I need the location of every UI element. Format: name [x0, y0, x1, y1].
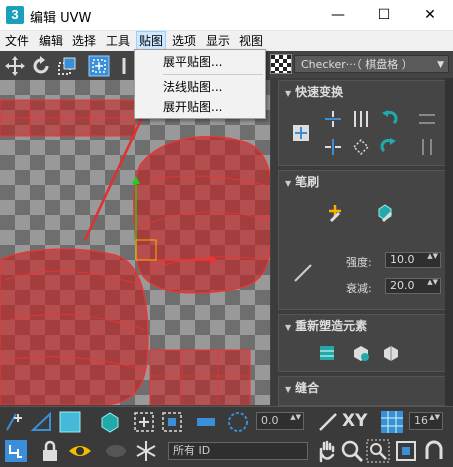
section-header[interactable]: ▼ 重新塑造元素: [279, 315, 445, 337]
menu-bar: 文件 编辑 选择 工具 贴图 选项 显示 视图: [0, 31, 453, 51]
section-title: 快速变换: [295, 85, 344, 99]
grid-size-field[interactable]: 16 ▲▼: [409, 412, 443, 430]
grid-size-value: 16: [414, 414, 428, 427]
rotate-icon[interactable]: [30, 55, 52, 77]
rotate-angle-field[interactable]: 0.0 ▲▼: [256, 412, 304, 430]
menu-separator: [163, 74, 263, 75]
section-header[interactable]: ▼ 笔刷: [279, 171, 445, 193]
menu-tools[interactable]: 工具: [104, 31, 132, 51]
section-title: 重新塑造元素: [295, 319, 368, 333]
menu-file[interactable]: 文件: [3, 31, 31, 51]
ring-select-icon[interactable]: [226, 410, 250, 434]
straighten-icon[interactable]: [351, 137, 371, 157]
view-toolbar: 所有 ID: [0, 435, 453, 467]
relax-custom-icon[interactable]: [381, 343, 401, 363]
align-horizontal-icon[interactable]: [323, 109, 343, 129]
freeform-icon[interactable]: [88, 55, 110, 77]
relax-until-flat-icon[interactable]: [351, 343, 371, 363]
menu-select[interactable]: 选择: [70, 31, 98, 51]
app-icon: 3: [6, 6, 24, 24]
section-quick-transform: ▼ 快速变换: [278, 80, 446, 166]
relax-brush-icon[interactable]: [375, 203, 395, 223]
flip-vertical-icon[interactable]: [417, 137, 437, 157]
falloff-spinner[interactable]: 20.0 ▲▼: [385, 278, 441, 294]
rotate-ccw-icon[interactable]: [379, 109, 399, 129]
menu-mapping[interactable]: 贴图: [136, 31, 167, 51]
window-title: 编辑 UVW: [30, 11, 92, 26]
menu-options[interactable]: 选项: [170, 31, 198, 51]
zoom-icon[interactable]: [340, 439, 364, 463]
rotate-cw-icon[interactable]: [379, 137, 399, 157]
zoom-region-icon[interactable]: [366, 439, 390, 463]
edge-mode-icon[interactable]: [30, 410, 54, 434]
section-reshape-elements: ▼ 重新塑造元素: [278, 314, 446, 372]
straighten-selection-icon[interactable]: [317, 343, 337, 363]
spinner-arrows-icon[interactable]: ▲▼: [427, 253, 438, 260]
section-stitch: ▼ 缝合: [278, 376, 446, 406]
uv-channel-icon[interactable]: [4, 439, 28, 463]
shading-toggle-icon[interactable]: [104, 439, 128, 463]
menu-display[interactable]: 显示: [204, 31, 232, 51]
align-vertical-icon[interactable]: [323, 137, 343, 157]
paint-move-icon[interactable]: [325, 203, 345, 223]
close-button[interactable]: ✕: [407, 0, 453, 31]
checker-bar: Checker···（ 棋盘格 ） ▼: [266, 51, 453, 78]
strength-value: 10.0: [390, 253, 415, 266]
menu-item-normal-mapping[interactable]: 法线贴图...: [163, 78, 222, 96]
align-center-icon[interactable]: [291, 123, 311, 143]
falloff-value: 20.0: [390, 279, 415, 292]
shrink-selection-icon[interactable]: [160, 410, 184, 434]
rotate-angle-value: 0.0: [261, 414, 279, 427]
right-panel: ▼ 快速变换 ▼ 笔刷 强度: 10.0 ▲▼ 衰减: 20.0 ▲▼ ▼ 重新…: [271, 78, 453, 406]
spinner-arrows-icon[interactable]: ▲▼: [290, 413, 301, 421]
texture-dropdown-value: Checker···（ 棋盘格 ）: [301, 58, 413, 71]
section-title: 缝合: [295, 381, 320, 395]
scale-icon[interactable]: [56, 55, 78, 77]
frame-icon[interactable]: [394, 439, 418, 463]
right-panel-scrollbar[interactable]: [445, 78, 453, 406]
section-brush: ▼ 笔刷 强度: 10.0 ▲▼ 衰减: 20.0 ▲▼: [278, 170, 446, 310]
texture-dropdown[interactable]: Checker···（ 棋盘格 ） ▼: [294, 55, 449, 73]
slash-icon[interactable]: [316, 410, 340, 434]
selection-filter-value: 所有 ID: [173, 444, 211, 457]
grow-selection-icon[interactable]: [132, 410, 156, 434]
snap-icon[interactable]: [422, 439, 446, 463]
xy-axis-toggle[interactable]: XY: [342, 411, 367, 431]
eye-icon[interactable]: [68, 439, 92, 463]
spinner-arrows-icon[interactable]: ▲▼: [429, 413, 440, 421]
lock-icon[interactable]: [38, 439, 62, 463]
strength-spinner[interactable]: 10.0 ▲▼: [385, 252, 441, 268]
menu-view[interactable]: 视图: [237, 31, 265, 51]
selection-filter-dropdown[interactable]: 所有 ID: [168, 442, 308, 460]
menu-item-flatten-mapping[interactable]: 展平贴图...: [163, 53, 222, 71]
face-mode-icon[interactable]: [58, 410, 82, 434]
vertex-mode-icon[interactable]: [4, 410, 28, 434]
strength-label: 强度:: [346, 256, 372, 269]
section-title: 笔刷: [295, 175, 320, 189]
loop-select-icon[interactable]: [194, 410, 218, 434]
distribute-vertical-icon[interactable]: [351, 109, 371, 129]
falloff-label: 衰减:: [346, 282, 372, 295]
menu-edit[interactable]: 编辑: [37, 31, 65, 51]
element-mode-icon[interactable]: [98, 410, 122, 434]
chevron-down-icon: ▼: [437, 60, 444, 70]
checker-pattern-icon[interactable]: [270, 54, 292, 74]
section-header[interactable]: ▼ 缝合: [279, 377, 445, 399]
uv-editor-viewport[interactable]: [0, 80, 270, 405]
pan-hand-icon[interactable]: [314, 439, 338, 463]
menu-item-unfold-mapping[interactable]: 展开贴图...: [163, 98, 222, 116]
mapping-menu-dropdown: 展平贴图... 法线贴图... 展开贴图...: [134, 49, 266, 119]
snowflake-icon[interactable]: [134, 439, 158, 463]
selection-mode-toolbar: 0.0 ▲▼ XY 16 ▲▼: [0, 406, 453, 435]
minimize-button[interactable]: —: [315, 0, 361, 31]
grid-snap-icon[interactable]: [380, 410, 404, 434]
uv-islands: [0, 82, 270, 405]
brush-falloff-icon[interactable]: [293, 263, 313, 283]
title-bar: 3 编辑 UVW — ☐ ✕: [0, 0, 453, 31]
flip-horizontal-icon[interactable]: [417, 109, 437, 129]
section-header[interactable]: ▼ 快速变换: [279, 81, 445, 103]
move-icon[interactable]: [4, 55, 26, 77]
spinner-arrows-icon[interactable]: ▲▼: [427, 279, 438, 286]
maximize-button[interactable]: ☐: [361, 0, 407, 31]
